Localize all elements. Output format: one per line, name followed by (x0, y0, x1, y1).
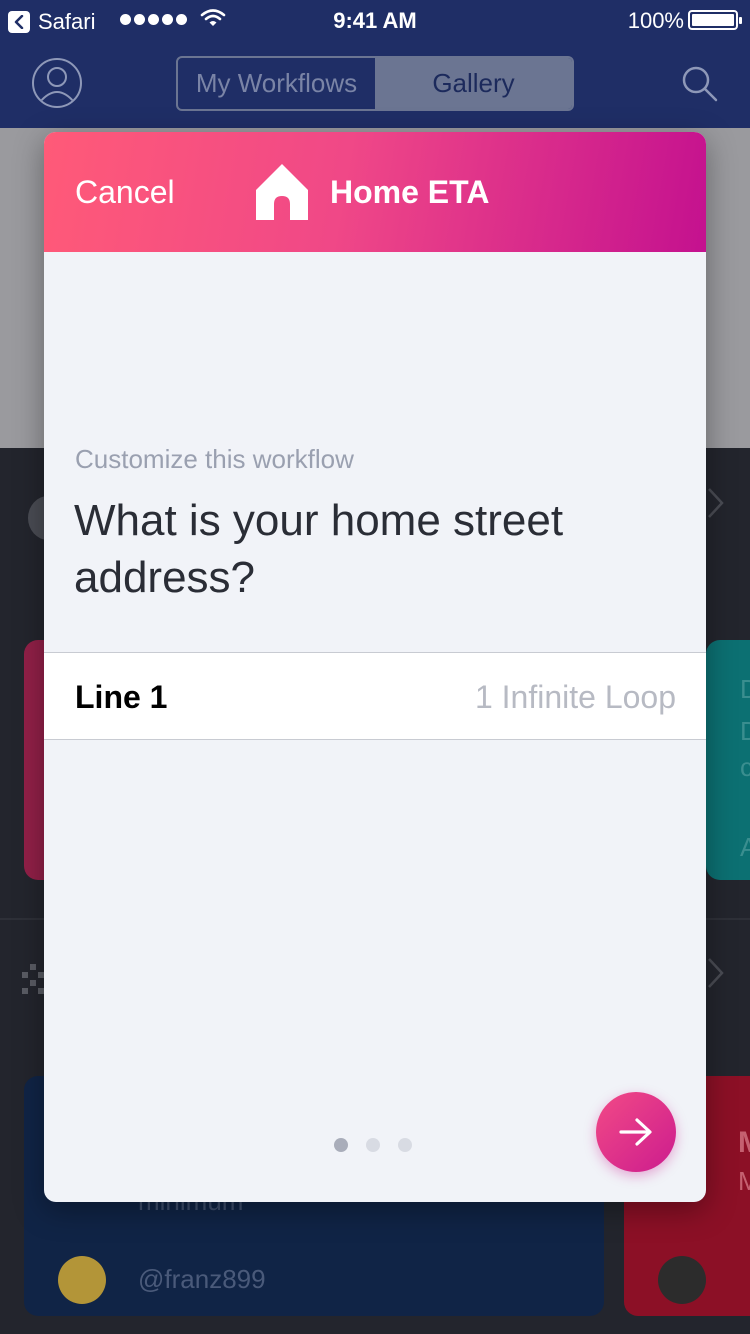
modal-title-group: Home ETA (254, 162, 489, 222)
gallery-nav-bar: My Workflows Gallery (0, 40, 750, 128)
page-dot-current (334, 1138, 348, 1152)
avatar (58, 1256, 106, 1304)
search-icon[interactable] (680, 64, 720, 104)
profile-button[interactable] (32, 58, 82, 108)
workflow-card[interactable]: D D c A (706, 640, 750, 880)
card-fragment-text: D (740, 716, 750, 746)
avatar (658, 1256, 706, 1304)
status-bar: Safari 9:41 AM 100% (0, 0, 750, 40)
card-fragment-text: A (740, 832, 750, 862)
address-line-1-input[interactable] (356, 669, 676, 725)
pixel-icon (22, 964, 44, 994)
page-indicator (334, 1138, 412, 1152)
tab-my-workflows[interactable]: My Workflows (178, 58, 375, 109)
author-handle[interactable]: @franz899 (138, 1264, 266, 1295)
chevron-right-icon[interactable] (706, 486, 726, 520)
next-button[interactable] (596, 1092, 676, 1172)
modal-title: Home ETA (330, 173, 490, 210)
person-icon (39, 67, 75, 103)
home-icon (256, 164, 308, 220)
card-fragment-text: M (738, 1166, 750, 1196)
card-fragment-text: c (740, 752, 750, 782)
chevron-right-icon[interactable] (706, 956, 726, 990)
modal-header: Cancel Home ETA (44, 132, 706, 252)
address-field-row[interactable]: Line 1 (44, 652, 706, 740)
cancel-button[interactable]: Cancel (75, 174, 175, 211)
page-dot (398, 1138, 412, 1152)
customize-workflow-modal: Cancel Home ETA Customize this workflow … (44, 132, 706, 1202)
customize-subtitle: Customize this workflow (75, 444, 354, 474)
card-fragment-text: M (738, 1126, 750, 1160)
arrow-right-icon (619, 1118, 652, 1146)
segmented-control: My Workflows Gallery (176, 56, 574, 111)
field-label: Line 1 (75, 679, 168, 715)
question-text: What is your home street address? (74, 496, 564, 602)
card-fragment-text: D (740, 674, 750, 704)
tab-gallery[interactable]: Gallery (375, 58, 572, 109)
battery-icon (688, 10, 742, 30)
page-dot (366, 1138, 380, 1152)
battery-percentage: 100% (627, 8, 684, 33)
